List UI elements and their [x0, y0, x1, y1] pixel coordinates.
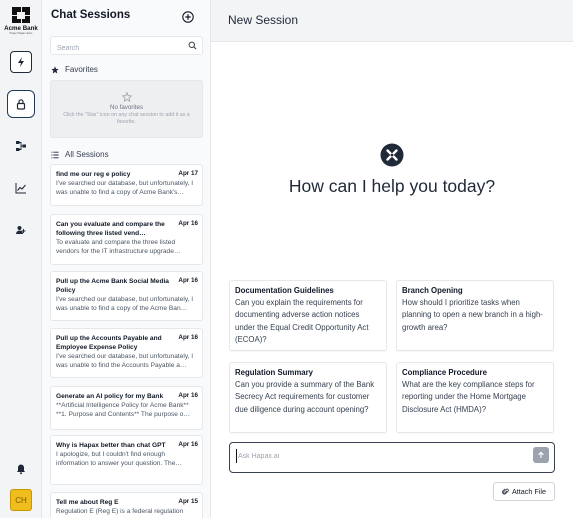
- notifications-button[interactable]: [10, 458, 32, 480]
- session-search: [50, 36, 203, 57]
- session-title: Can you evaluate and compare the followi…: [56, 221, 165, 237]
- session-title: Tell me about Reg E: [56, 499, 119, 506]
- session-snippet: **Artificial Intelligence Policy for Acm…: [56, 402, 191, 418]
- session-date: Apr 17: [178, 170, 198, 177]
- message-composer: [229, 442, 555, 473]
- attach-file-label: Attach File: [512, 487, 546, 496]
- session-snippet: Regulation E (Reg E) is a federal regula…: [56, 508, 184, 515]
- hapax-logo-icon: [380, 143, 404, 167]
- suggestion-text: Can you provide a summary of the Bank Se…: [235, 380, 375, 414]
- session-title: Pull up the Acme Bank Social Media Polic…: [56, 278, 169, 294]
- new-session-plus-icon[interactable]: [182, 11, 194, 23]
- session-item[interactable]: Pull up the Accounts Payable and Employe…: [50, 328, 203, 378]
- session-item[interactable]: Why is Hapax better than chat GPT Apr 16…: [50, 435, 203, 485]
- paperclip-icon: [502, 488, 509, 495]
- all-sessions-header: All Sessions: [51, 150, 109, 159]
- session-snippet: I've searched our database, but unfortun…: [56, 180, 194, 196]
- suggestion-text: Can you explain the requirements for doc…: [235, 298, 369, 344]
- favorites-label: Favorites: [65, 65, 98, 74]
- list-icon: [51, 151, 59, 158]
- users-icon: [16, 226, 26, 234]
- session-date: Apr 15: [178, 498, 198, 505]
- brand-name: Acme Bank: [4, 25, 38, 32]
- suggestion-title: Documentation Guidelines: [235, 286, 334, 295]
- message-input[interactable]: [236, 449, 526, 463]
- session-item[interactable]: Pull up the Acme Bank Social Media Polic…: [50, 271, 203, 321]
- session-snippet: I've searched our database, but unfortun…: [56, 353, 194, 369]
- session-date: Apr 16: [178, 220, 198, 227]
- welcome-heading: How can I help you today?: [288, 176, 496, 196]
- user-avatar[interactable]: CH: [10, 489, 32, 511]
- logo-mark-icon: [12, 7, 30, 23]
- suggestion-text: How should I prioritize tasks when plann…: [402, 298, 543, 332]
- flow-icon: [16, 141, 26, 151]
- lightning-icon: [18, 57, 24, 67]
- session-title: Why is Hapax better than chat GPT: [56, 442, 166, 449]
- search-input[interactable]: [51, 40, 176, 57]
- rail-flow-button[interactable]: [10, 135, 32, 157]
- suggestion-card[interactable]: Documentation Guidelines Can you explain…: [229, 280, 387, 351]
- sidebar-title: Chat Sessions: [51, 9, 131, 21]
- session-snippet: I've searched our database, but unfortun…: [56, 296, 194, 312]
- bell-icon: [17, 464, 25, 475]
- star-outline-icon: [121, 92, 132, 102]
- suggestion-text: What are the key compliance steps for re…: [402, 380, 535, 414]
- rail-lock-button[interactable]: [7, 90, 35, 118]
- star-filled-icon: [51, 65, 59, 73]
- session-item[interactable]: find me our reg e policy Apr 17 I've sea…: [50, 164, 203, 206]
- lock-icon: [16, 99, 26, 110]
- suggestion-title: Compliance Procedure: [402, 368, 487, 377]
- session-title: Generate an AI policy for my Bank: [56, 393, 164, 400]
- suggestion-title: Regulation Summary: [235, 368, 313, 377]
- nav-rail: Acme Bank Project Hapax demo CH: [0, 0, 42, 518]
- session-date: Apr 16: [178, 277, 198, 284]
- chat-sessions-sidebar: Chat Sessions Favorites No favorites Cli…: [42, 0, 211, 518]
- brand-tagline: Project Hapax demo: [9, 32, 33, 35]
- arrow-up-icon: [538, 451, 544, 458]
- session-snippet: To evaluate and compare the three listed…: [56, 239, 181, 255]
- session-item[interactable]: Can you evaluate and compare the followi…: [50, 214, 203, 265]
- session-title: Pull up the Accounts Payable and Employe…: [56, 335, 162, 351]
- favorites-empty-title: No favorites: [109, 104, 143, 111]
- acme-bank-logo[interactable]: Acme Bank Project Hapax demo: [4, 5, 38, 39]
- rail-chart-button[interactable]: [10, 177, 32, 199]
- send-button[interactable]: [533, 447, 549, 463]
- suggestion-card[interactable]: Regulation Summary Can you provide a sum…: [229, 362, 387, 433]
- session-date: Apr 16: [178, 441, 198, 448]
- main-header: New Session: [211, 0, 573, 42]
- session-title: find me our reg e policy: [56, 171, 131, 178]
- all-sessions-label: All Sessions: [65, 150, 109, 159]
- session-date: Apr 16: [178, 392, 198, 399]
- suggestion-card[interactable]: Compliance Procedure What are the key co…: [396, 362, 554, 433]
- rail-lightning-button[interactable]: [10, 51, 32, 73]
- suggestion-title: Branch Opening: [402, 286, 463, 295]
- chart-icon: [15, 183, 26, 194]
- favorites-header: Favorites: [51, 65, 98, 74]
- suggestion-card[interactable]: Branch Opening How should I prioritize t…: [396, 280, 554, 351]
- session-item[interactable]: Generate an AI policy for my Bank Apr 16…: [50, 386, 203, 430]
- favorites-empty-state: No favorites Click the "Star" icon on an…: [50, 80, 203, 138]
- session-date: Apr 16: [178, 334, 198, 341]
- page-title: New Session: [228, 13, 299, 27]
- rail-users-button[interactable]: [10, 219, 32, 241]
- search-icon[interactable]: [188, 41, 197, 50]
- session-snippet: I apologize, but I couldn't find enough …: [56, 451, 182, 467]
- attach-file-button[interactable]: Attach File: [493, 482, 555, 501]
- favorites-empty-hint: Click the "Star" icon on any chat sessio…: [63, 112, 190, 125]
- session-item[interactable]: Tell me about Reg E Apr 15 Regulation E …: [50, 492, 203, 518]
